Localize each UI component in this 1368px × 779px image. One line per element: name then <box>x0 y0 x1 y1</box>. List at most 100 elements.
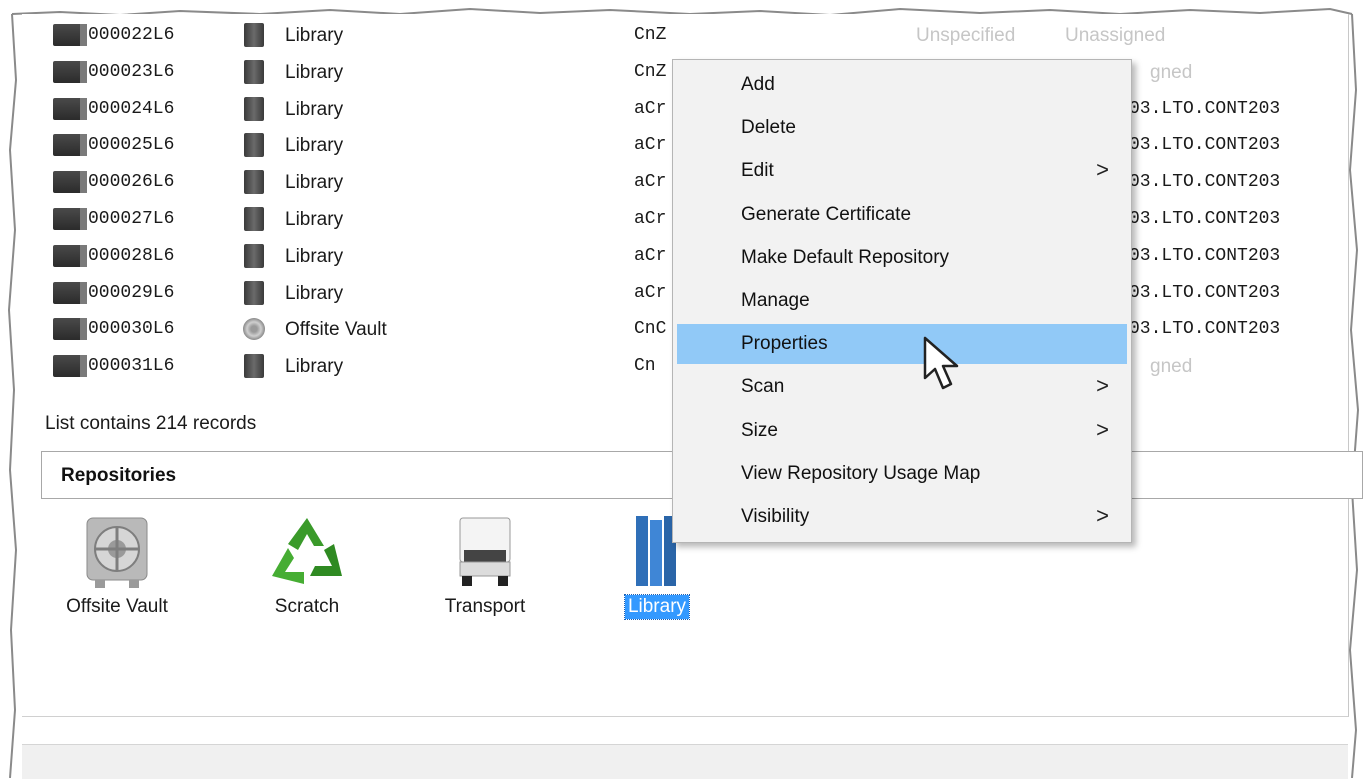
code-cell: Cn <box>634 356 656 377</box>
chevron-right-icon: > <box>1096 373 1109 399</box>
location-cell: Offsite Vault <box>285 319 387 341</box>
location-cell: Library <box>285 25 344 46</box>
repo-scratch[interactable]: Scratch <box>252 514 362 619</box>
menu-item-edit[interactable]: Edit > <box>677 151 1127 191</box>
menu-item-delete[interactable]: Delete <box>677 108 1127 148</box>
container-cell: gned <box>1150 356 1193 378</box>
tape-icon <box>53 24 87 46</box>
media-name: 000022L6 <box>88 25 175 45</box>
container-cell: gned <box>1150 61 1193 83</box>
container-cell: 03.LTO.CONT203 <box>1129 172 1281 193</box>
library-icon <box>244 59 264 84</box>
library-icon <box>244 354 264 379</box>
menu-item-visibility[interactable]: Visibility > <box>677 497 1127 537</box>
menu-item-label: Delete <box>741 117 796 139</box>
media-name: 000025L6 <box>88 135 175 156</box>
library-icon <box>244 207 264 231</box>
chevron-right-icon: > <box>1096 503 1109 528</box>
location-cell: Library <box>285 135 344 157</box>
tape-icon <box>53 355 87 378</box>
container-cell: 03.LTO.CONT203 <box>1129 98 1281 119</box>
menu-item-scan[interactable]: Scan > <box>677 367 1127 407</box>
recycle-icon <box>272 518 342 584</box>
container-cell: 03.LTO.CONT203 <box>1129 245 1281 266</box>
code-cell: aCr <box>634 98 667 119</box>
menu-item-label: Edit <box>741 160 774 182</box>
media-name: 000029L6 <box>88 282 175 303</box>
chevron-right-icon: > <box>1096 416 1109 442</box>
code-cell: aCr <box>634 282 667 303</box>
code-cell: aCr <box>634 245 667 266</box>
tape-icon <box>53 281 87 304</box>
location-cell: Library <box>285 356 344 378</box>
library-icon <box>244 23 264 47</box>
repo-transport[interactable]: Transport <box>430 514 540 619</box>
media-name: 000026L6 <box>88 172 175 193</box>
container-cell: Unassigned <box>1065 25 1166 46</box>
context-menu: Add Delete Edit > Generate Certificate Make D… <box>672 59 1132 543</box>
repo-label: Offsite Vault <box>66 596 168 617</box>
code-cell: aCr <box>634 172 667 193</box>
container-cell: 03.LTO.CONT203 <box>1129 319 1281 340</box>
library-icon <box>244 280 264 305</box>
chevron-right-icon: > <box>1096 157 1109 183</box>
truck-icon <box>459 517 511 586</box>
tape-icon <box>53 208 87 230</box>
location-cell: Library <box>285 209 344 230</box>
tape-icon <box>53 60 87 83</box>
menu-item-label: Scan <box>741 376 785 398</box>
code-cell: CnC <box>634 319 667 340</box>
media-name: 000027L6 <box>88 209 175 229</box>
record-count: List contains 214 records <box>45 413 257 434</box>
menu-item-size[interactable]: Size > <box>677 411 1127 451</box>
table-row[interactable]: 000022L6 Library CnZ Unspecified Unassigned <box>22 17 1348 53</box>
media-name: 000030L6 <box>88 319 175 340</box>
menu-item-view-repository-usage-map[interactable]: View Repository Usage Map <box>677 454 1127 494</box>
location-cell: Library <box>285 172 344 194</box>
media-name: 000028L6 <box>88 245 175 266</box>
media-name: 000023L6 <box>88 61 175 82</box>
mouse-pointer-icon <box>923 336 959 390</box>
tape-icon <box>53 318 87 341</box>
menu-item-label: View Repository Usage Map <box>741 462 981 484</box>
status-cell: Unspecified <box>916 25 1016 46</box>
code-cell: aCr <box>634 135 667 156</box>
vault-icon <box>243 318 265 341</box>
menu-item-label: Visibility <box>741 506 810 527</box>
repo-offsite-vault[interactable]: Offsite Vault <box>62 514 172 619</box>
repo-label: Transport <box>444 596 526 617</box>
container-cell: 03.LTO.CONT203 <box>1129 135 1281 156</box>
library-icon <box>244 96 264 121</box>
code-cell: aCr <box>634 209 667 229</box>
tape-icon <box>53 171 87 194</box>
menu-item-manage[interactable]: Manage <box>677 281 1127 321</box>
location-cell: Library <box>285 61 344 83</box>
location-cell: Library <box>285 282 344 304</box>
menu-item-label: Size <box>741 419 778 441</box>
tape-icon <box>53 97 87 120</box>
library-icon <box>244 133 264 158</box>
menu-item-generate-certificate[interactable]: Generate Certificate <box>677 195 1127 235</box>
code-cell: CnZ <box>634 25 667 45</box>
location-cell: Library <box>285 245 344 267</box>
menu-item-make-default-repository[interactable]: Make Default Repository <box>677 238 1127 278</box>
tape-icon <box>53 134 87 157</box>
container-cell: 03.LTO.CONT203 <box>1129 209 1281 229</box>
container-cell: 03.LTO.CONT203 <box>1129 282 1281 303</box>
menu-item-label: Add <box>741 74 775 95</box>
menu-item-label: Make Default Repository <box>741 246 950 268</box>
library-icon <box>244 243 264 268</box>
menu-item-label: Properties <box>741 333 828 355</box>
menu-item-properties[interactable]: Properties <box>677 324 1127 365</box>
library-icon <box>244 170 264 195</box>
media-name: 000031L6 <box>88 356 175 377</box>
menu-item-add[interactable]: Add <box>677 65 1127 105</box>
location-cell: Library <box>285 98 344 120</box>
media-name: 000024L6 <box>88 98 175 119</box>
menu-item-label: Generate Certificate <box>741 203 912 225</box>
tape-icon <box>53 244 87 267</box>
repo-label: Library <box>623 594 691 620</box>
repo-label: Scratch <box>274 596 340 617</box>
menu-item-label: Manage <box>741 290 810 311</box>
repositories-title: Repositories <box>61 465 177 486</box>
